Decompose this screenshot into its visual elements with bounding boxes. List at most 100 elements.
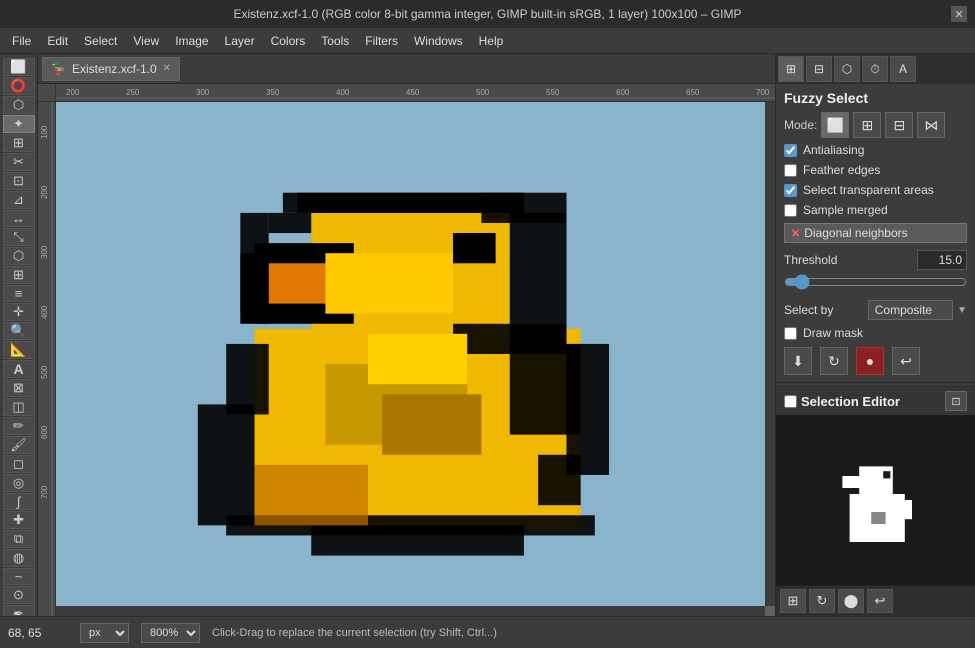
select-transparent-checkbox[interactable] (784, 184, 797, 197)
paintbrush-tool[interactable]: 🖌 (3, 436, 35, 454)
scissors-select-tool[interactable]: ✂ (3, 153, 35, 171)
airbrush-tool[interactable]: ◎ (3, 474, 35, 492)
horizontal-scrollbar[interactable] (56, 606, 765, 616)
diagonal-neighbors-label: Diagonal neighbors (804, 226, 907, 240)
svg-text:700: 700 (40, 485, 49, 499)
canvas-wrapper: 200 250 300 350 400 450 500 550 600 650 … (38, 84, 775, 616)
duck-svg (56, 102, 765, 606)
menu-tools[interactable]: Tools (313, 32, 357, 50)
ellipse-select-tool[interactable]: ⭕ (3, 77, 35, 95)
crop-tool[interactable]: ⊿ (3, 191, 35, 209)
horizontal-ruler: 200 250 300 350 400 450 500 550 600 650 … (56, 84, 775, 102)
separator-1 (776, 382, 975, 383)
tab-close-icon[interactable]: ✕ (163, 63, 171, 74)
transform-tool[interactable]: ↔ (3, 210, 35, 227)
selection-editor-expand-btn[interactable]: ⊡ (945, 391, 967, 411)
diagonal-neighbors-remove-btn[interactable]: ✕ (791, 227, 800, 240)
paths-panel-icon[interactable]: ⬡ (834, 56, 860, 82)
menu-select[interactable]: Select (76, 32, 125, 50)
heal-tool[interactable]: ✚ (3, 511, 35, 529)
image-canvas[interactable] (56, 102, 765, 606)
mode-add-btn[interactable]: ⊞ (853, 112, 881, 138)
image-tab[interactable]: 🦆 Existenz.xcf-1.0 ✕ (42, 57, 180, 81)
threshold-input[interactable] (917, 250, 967, 270)
by-color-select-tool[interactable]: ⊞ (3, 134, 35, 152)
panel-bottom-btn-1[interactable]: ⊞ (780, 589, 806, 613)
window-title: Existenz.xcf-1.0 (RGB color 8-bit gamma … (234, 7, 742, 21)
svg-text:250: 250 (126, 88, 140, 97)
menu-edit[interactable]: Edit (39, 32, 76, 50)
bucket-fill-tool[interactable]: ⊠ (3, 379, 35, 397)
unified-transform-tool[interactable]: ⊞ (3, 266, 35, 284)
smudge-tool[interactable]: ~ (3, 568, 35, 585)
mode-subtract-btn[interactable]: ⊟ (885, 112, 913, 138)
measure-tool[interactable]: 📐 (3, 341, 35, 359)
draw-mask-checkbox[interactable] (784, 327, 797, 340)
align-tool[interactable]: ≡ (3, 285, 35, 302)
clone-tool[interactable]: ⧉ (3, 530, 35, 548)
menu-view[interactable]: View (125, 32, 167, 50)
menu-colors[interactable]: Colors (263, 32, 314, 50)
delete-btn[interactable]: ● (856, 347, 884, 375)
eraser-tool[interactable]: ◻ (3, 455, 35, 473)
panel-bottom-btn-2[interactable]: ↻ (809, 589, 835, 613)
undo-btn[interactable]: ↩ (892, 347, 920, 375)
canvas-area: 🦆 Existenz.xcf-1.0 ✕ 200 250 300 350 400… (38, 54, 775, 616)
warp-tool[interactable]: ⤡ (3, 228, 35, 246)
3d-transform-tool[interactable]: ⬡ (3, 247, 35, 265)
close-button[interactable]: ✕ (951, 6, 967, 22)
feather-edges-checkbox[interactable] (784, 164, 797, 177)
svg-text:600: 600 (616, 88, 630, 97)
move-tool[interactable]: ✛ (3, 303, 35, 321)
selection-editor-checkbox[interactable] (784, 395, 797, 408)
svg-text:400: 400 (40, 305, 49, 319)
refresh-btn[interactable]: ↻ (820, 347, 848, 375)
svg-text:100: 100 (40, 125, 49, 139)
menu-filters[interactable]: Filters (357, 32, 406, 50)
menu-image[interactable]: Image (167, 32, 216, 50)
threshold-slider[interactable] (784, 274, 967, 290)
panel-bottom-btn-4[interactable]: ↩ (867, 589, 893, 613)
vertical-scrollbar[interactable] (765, 102, 775, 606)
free-select-tool[interactable]: ⬡ (3, 96, 35, 114)
text-tool[interactable]: A (3, 360, 35, 378)
antialiasing-checkbox[interactable] (784, 144, 797, 157)
ruler-corner (38, 84, 56, 102)
dodge-burn-tool[interactable]: ⊙ (3, 586, 35, 604)
panel-bottom-buttons: ⊞ ↻ ⬤ ↩ (776, 585, 975, 616)
mode-replace-btn[interactable]: ⬜ (821, 112, 849, 138)
mode-intersect-btn[interactable]: ⋈ (917, 112, 945, 138)
zoom-tool[interactable]: 🔍 (3, 322, 35, 340)
menu-layer[interactable]: Layer (217, 32, 263, 50)
select-transparent-label: Select transparent areas (803, 183, 934, 197)
unit-select[interactable]: px in mm (80, 623, 129, 643)
menu-windows[interactable]: Windows (406, 32, 471, 50)
fuzzy-select-tool[interactable]: ✦ (3, 115, 35, 133)
mode-label: Mode: (784, 118, 817, 132)
menu-help[interactable]: Help (471, 32, 512, 50)
sample-merged-checkbox[interactable] (784, 204, 797, 217)
foreground-select-tool[interactable]: ⊡ (3, 172, 35, 190)
history-panel-icon[interactable]: ⏱ (862, 56, 888, 82)
ink-tool[interactable]: ∫ (3, 493, 35, 510)
selection-preview (776, 415, 975, 585)
diagonal-neighbors-tag: ✕ Diagonal neighbors (784, 223, 967, 243)
select-by-dropdown[interactable]: Composite (868, 300, 953, 320)
reset-btn[interactable]: ⬇ (784, 347, 812, 375)
panel-bottom-btn-3[interactable]: ⬤ (838, 589, 864, 613)
zoom-select[interactable]: 800% 400% 200% 100% 50% (141, 623, 200, 643)
gradient-tool[interactable]: ◫ (3, 398, 35, 416)
status-message: Click-Drag to replace the current select… (212, 627, 967, 639)
paths-tool[interactable]: ✒ (3, 605, 35, 616)
channels-panel-icon[interactable]: ⊟ (806, 56, 832, 82)
layers-panel-icon[interactable]: ⊞ (778, 56, 804, 82)
menu-bar: File Edit Select View Image Layer Colors… (0, 28, 975, 54)
draw-mask-label: Draw mask (803, 326, 863, 340)
pencil-tool[interactable]: ✏ (3, 417, 35, 435)
rect-select-tool[interactable]: ⬜ (3, 58, 35, 76)
threshold-slider-wrap (776, 274, 975, 297)
blur-sharpen-tool[interactable]: ◍ (3, 549, 35, 567)
fuzzy-select-title: Fuzzy Select (776, 84, 975, 110)
font-panel-icon[interactable]: A (890, 56, 916, 82)
menu-file[interactable]: File (4, 32, 39, 50)
